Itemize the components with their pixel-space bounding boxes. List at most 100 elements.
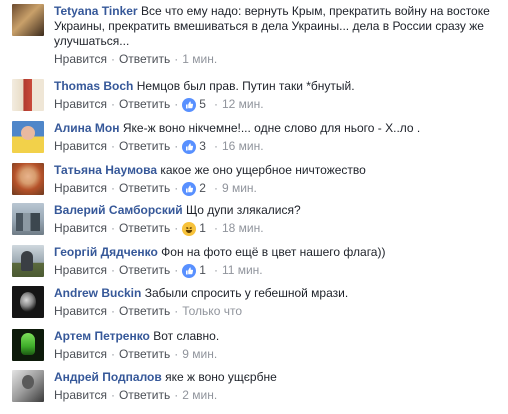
comment-text: яке ж воно ущєрбне bbox=[165, 370, 277, 384]
separator-dot: · bbox=[174, 97, 179, 111]
comment-item: Thomas Boch Немцов был прав. Путин таки … bbox=[12, 79, 502, 112]
comment-time[interactable]: 12 мин. bbox=[222, 97, 264, 112]
reply-button[interactable]: Ответить bbox=[119, 181, 170, 196]
separator-dot: · bbox=[110, 347, 115, 361]
comment-time[interactable]: 18 мин. bbox=[222, 221, 264, 236]
avatar[interactable] bbox=[12, 79, 44, 111]
reaction-count: 2 bbox=[199, 181, 206, 195]
avatar[interactable] bbox=[12, 4, 44, 36]
separator-dot: · bbox=[213, 139, 218, 153]
like-button[interactable]: Нравится bbox=[54, 221, 107, 236]
like-button[interactable]: Нравится bbox=[54, 52, 107, 67]
separator-dot: · bbox=[110, 221, 115, 235]
comment-actions: Нравится · Ответить · 1 · 11 мин. bbox=[54, 263, 502, 278]
separator-dot: · bbox=[110, 263, 115, 277]
reply-button[interactable]: Ответить bbox=[119, 139, 170, 154]
reply-button[interactable]: Ответить bbox=[119, 52, 170, 67]
like-button[interactable]: Нравится bbox=[54, 304, 107, 319]
comment-actions: Нравится · Ответить · 2 мин. bbox=[54, 388, 502, 403]
comment-time[interactable]: 9 мин. bbox=[182, 347, 217, 362]
like-button[interactable]: Нравится bbox=[54, 263, 107, 278]
avatar[interactable] bbox=[12, 370, 44, 402]
separator-dot: · bbox=[174, 388, 179, 402]
reaction-count: 5 bbox=[199, 97, 206, 111]
reactions-count[interactable]: 1 bbox=[182, 263, 206, 278]
separator-dot: · bbox=[110, 139, 115, 153]
comment-item: Валерий Самборский Що дупи злякалися? Нр… bbox=[12, 203, 502, 236]
like-button[interactable]: Нравится bbox=[54, 97, 107, 112]
like-button[interactable]: Нравится bbox=[54, 139, 107, 154]
comment-author[interactable]: Валерий Самборский bbox=[54, 203, 183, 217]
reactions-count[interactable]: 1 bbox=[182, 221, 206, 236]
comment-time[interactable]: 2 мин. bbox=[182, 388, 217, 403]
comment-time[interactable]: 11 мин. bbox=[222, 263, 263, 278]
reply-button[interactable]: Ответить bbox=[119, 304, 170, 319]
reply-button[interactable]: Ответить bbox=[119, 263, 170, 278]
comment-author[interactable]: Андрей Подпалов bbox=[54, 370, 162, 384]
comment-actions: Нравится · Ответить · 2 · 9 мин. bbox=[54, 181, 502, 196]
comment-author[interactable]: Георгій Дядченко bbox=[54, 245, 158, 259]
comment-author[interactable]: Артем Петренко bbox=[54, 329, 150, 343]
comment-text: Що дупи злякалися? bbox=[185, 203, 301, 217]
comment-author[interactable]: Thomas Boch bbox=[54, 79, 133, 93]
comment-actions: Нравится · Ответить · 1 · 18 мин. bbox=[54, 221, 502, 236]
comment-item: Артем Петренко Вот славно. Нравится · От… bbox=[12, 329, 502, 362]
reaction-count: 1 bbox=[199, 263, 206, 277]
avatar[interactable] bbox=[12, 329, 44, 361]
comment-actions: Нравится · Ответить · Только что bbox=[54, 304, 502, 319]
comment-item: Татьяна Наумова какое же оно ущербное ни… bbox=[12, 163, 502, 196]
comment-text: Немцов был прав. Путин таки *бнутый. bbox=[136, 79, 355, 93]
avatar[interactable] bbox=[12, 121, 44, 153]
comment-item: Алина Мон Яке-ж воно нікчемне!... одне с… bbox=[12, 121, 502, 154]
reply-button[interactable]: Ответить bbox=[119, 221, 170, 236]
separator-dot: · bbox=[110, 304, 115, 318]
comment-actions: Нравится · Ответить · 5 · 12 мин. bbox=[54, 97, 502, 112]
comment-author[interactable]: Tetyana Tinker bbox=[54, 4, 138, 18]
like-button[interactable]: Нравится bbox=[54, 388, 107, 403]
comment-author[interactable]: Andrew Buckin bbox=[54, 286, 141, 300]
separator-dot: · bbox=[110, 97, 115, 111]
reply-button[interactable]: Ответить bbox=[119, 388, 170, 403]
separator-dot: · bbox=[174, 139, 179, 153]
separator-dot: · bbox=[174, 221, 179, 235]
comment-author[interactable]: Алина Мон bbox=[54, 121, 120, 135]
comment-item: Tetyana Tinker Все что ему надо: вернуть… bbox=[12, 4, 502, 67]
comment-author[interactable]: Татьяна Наумова bbox=[54, 163, 157, 177]
comment-time[interactable]: 16 мин. bbox=[222, 139, 264, 154]
comment-actions: Нравится · Ответить · 9 мин. bbox=[54, 347, 502, 362]
comment-time[interactable]: 9 мин. bbox=[222, 181, 257, 196]
reply-button[interactable]: Ответить bbox=[119, 347, 170, 362]
avatar[interactable] bbox=[12, 163, 44, 195]
comment-time[interactable]: 1 мин. bbox=[182, 52, 217, 67]
comment-item: Андрей Подпалов яке ж воно ущєрбне Нрави… bbox=[12, 370, 502, 403]
like-button[interactable]: Нравится bbox=[54, 181, 107, 196]
separator-dot: · bbox=[174, 181, 179, 195]
separator-dot: · bbox=[110, 52, 115, 66]
comment-item: Георгій Дядченко Фон на фото ещё в цвет … bbox=[12, 245, 502, 278]
comment-time[interactable]: Только что bbox=[182, 304, 242, 319]
separator-dot: · bbox=[174, 52, 179, 66]
like-icon bbox=[182, 97, 197, 112]
avatar[interactable] bbox=[12, 286, 44, 318]
separator-dot: · bbox=[213, 221, 218, 235]
separator-dot: · bbox=[213, 97, 218, 111]
like-icon bbox=[182, 181, 197, 196]
comment-text: Фон на фото ещё в цвет нашего флага)) bbox=[161, 245, 386, 259]
like-button[interactable]: Нравится bbox=[54, 347, 107, 362]
avatar[interactable] bbox=[12, 245, 44, 277]
reaction-count: 1 bbox=[199, 221, 206, 235]
separator-dot: · bbox=[174, 347, 179, 361]
reactions-count[interactable]: 2 bbox=[182, 181, 206, 196]
reactions-count[interactable]: 5 bbox=[182, 97, 206, 112]
comment-text: Вот славно. bbox=[153, 329, 220, 343]
reply-button[interactable]: Ответить bbox=[119, 97, 170, 112]
avatar[interactable] bbox=[12, 203, 44, 235]
comment-text: Яке-ж воно нікчемне!... одне слово для н… bbox=[122, 121, 421, 135]
comments-list: Tetyana Tinker Все что ему надо: вернуть… bbox=[0, 0, 508, 414]
reactions-count[interactable]: 3 bbox=[182, 139, 206, 154]
separator-dot: · bbox=[174, 263, 179, 277]
haha-icon bbox=[182, 221, 197, 236]
separator-dot: · bbox=[110, 388, 115, 402]
comment-actions: Нравится · Ответить · 1 мин. bbox=[54, 52, 502, 67]
comment-text: Забыли спросить у гебешной мрази. bbox=[144, 286, 349, 300]
